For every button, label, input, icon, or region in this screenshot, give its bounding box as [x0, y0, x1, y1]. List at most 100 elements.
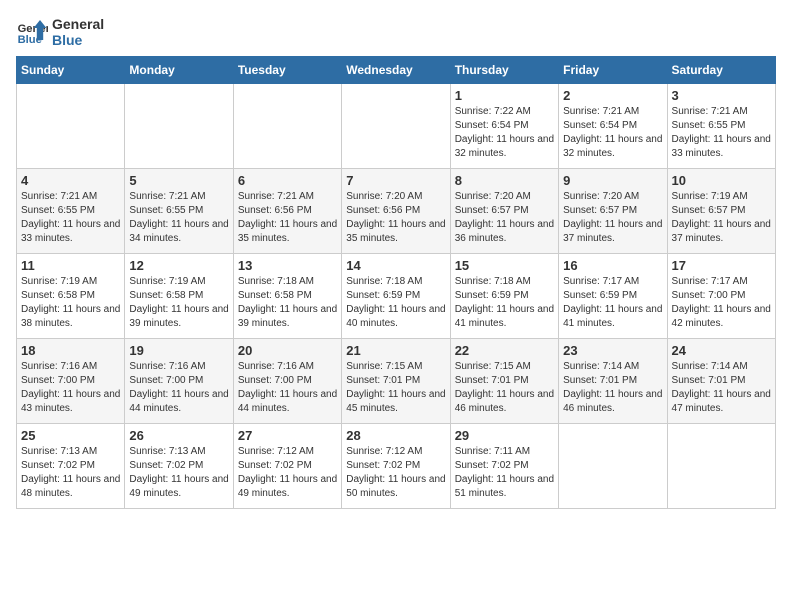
day-number: 15 — [455, 258, 554, 273]
dow-header-tuesday: Tuesday — [233, 57, 341, 84]
day-number: 6 — [238, 173, 337, 188]
calendar-body: 1 Sunrise: 7:22 AM Sunset: 6:54 PM Daylig… — [17, 84, 776, 509]
day-info: Sunrise: 7:19 AM Sunset: 6:57 PM Dayligh… — [672, 190, 771, 246]
calendar-cell: 8Sunrise: 7:20 AM Sunset: 6:57 PM Daylig… — [450, 169, 558, 254]
day-info: Sunrise: 7:12 AM Sunset: 7:02 PM Dayligh… — [346, 445, 445, 501]
calendar-cell: 10Sunrise: 7:19 AM Sunset: 6:57 PM Dayli… — [667, 169, 775, 254]
day-info: Sunrise: 7:13 AM Sunset: 7:02 PM Dayligh… — [129, 445, 228, 501]
day-info: Sunrise: 7:21 AM Sunset: 6:55 PM Dayligh… — [21, 190, 120, 246]
day-info: Sunrise: 7:16 AM Sunset: 7:00 PM Dayligh… — [129, 360, 228, 416]
day-number: 22 — [455, 343, 554, 358]
dow-header-sunday: Sunday — [17, 57, 125, 84]
calendar-cell: 11 Sunrise: 7:19 AM Sunset: 6:58 PM Dayli… — [17, 254, 125, 339]
logo: General Blue General Blue — [16, 16, 104, 48]
day-info: Sunrise: 7:18 AM Sunset: 6:58 PM Dayligh… — [238, 275, 337, 331]
calendar-cell: 24 Sunrise: 7:14 AM Sunset: 7:01 PM Dayli… — [667, 339, 775, 424]
dow-header-friday: Friday — [559, 57, 667, 84]
day-number: 7 — [346, 173, 445, 188]
calendar-cell: 26 Sunrise: 7:13 AM Sunset: 7:02 PM Dayli… — [125, 424, 233, 509]
day-number: 1 — [455, 88, 554, 103]
day-number: 14 — [346, 258, 445, 273]
calendar-cell: 9 Sunrise: 7:20 AM Sunset: 6:57 PM Daylig… — [559, 169, 667, 254]
calendar-cell: 28 Sunrise: 7:12 AM Sunset: 7:02 PM Dayli… — [342, 424, 450, 509]
calendar-cell: 7 Sunrise: 7:20 AM Sunset: 6:56 PM Daylig… — [342, 169, 450, 254]
logo-blue: Blue — [52, 32, 104, 48]
day-info: Sunrise: 7:13 AM Sunset: 7:02 PM Dayligh… — [21, 445, 120, 501]
day-info: Sunrise: 7:21 AM Sunset: 6:56 PM Dayligh… — [238, 190, 337, 246]
day-number: 19 — [129, 343, 228, 358]
day-number: 26 — [129, 428, 228, 443]
day-info: Sunrise: 7:20 AM Sunset: 6:57 PM Dayligh… — [563, 190, 662, 246]
day-info: Sunrise: 7:15 AM Sunset: 7:01 PM Dayligh… — [455, 360, 554, 416]
dow-header-saturday: Saturday — [667, 57, 775, 84]
logo-general: General — [52, 16, 104, 32]
calendar-cell: 4 Sunrise: 7:21 AM Sunset: 6:55 PM Daylig… — [17, 169, 125, 254]
calendar-cell: 5 Sunrise: 7:21 AM Sunset: 6:55 PM Daylig… — [125, 169, 233, 254]
day-number: 5 — [129, 173, 228, 188]
day-number: 21 — [346, 343, 445, 358]
day-number: 24 — [672, 343, 771, 358]
dow-header-thursday: Thursday — [450, 57, 558, 84]
day-info: Sunrise: 7:15 AM Sunset: 7:01 PM Dayligh… — [346, 360, 445, 416]
day-info: Sunrise: 7:11 AM Sunset: 7:02 PM Dayligh… — [455, 445, 554, 501]
day-number: 13 — [238, 258, 337, 273]
calendar-cell: 15 Sunrise: 7:18 AM Sunset: 6:59 PM Dayli… — [450, 254, 558, 339]
day-info: Sunrise: 7:19 AM Sunset: 6:58 PM Dayligh… — [21, 275, 120, 331]
days-of-week-row: SundayMondayTuesdayWednesdayThursdayFrid… — [17, 57, 776, 84]
week-row-0: 1 Sunrise: 7:22 AM Sunset: 6:54 PM Daylig… — [17, 84, 776, 169]
logo-icon: General Blue — [16, 16, 48, 48]
day-info: Sunrise: 7:18 AM Sunset: 6:59 PM Dayligh… — [346, 275, 445, 331]
calendar-cell — [559, 424, 667, 509]
calendar-cell: 13 Sunrise: 7:18 AM Sunset: 6:58 PM Dayli… — [233, 254, 341, 339]
day-number: 12 — [129, 258, 228, 273]
calendar-cell: 6 Sunrise: 7:21 AM Sunset: 6:56 PM Daylig… — [233, 169, 341, 254]
day-number: 16 — [563, 258, 662, 273]
day-number: 23 — [563, 343, 662, 358]
calendar-cell: 21 Sunrise: 7:15 AM Sunset: 7:01 PM Dayli… — [342, 339, 450, 424]
calendar-cell: 2Sunrise: 7:21 AM Sunset: 6:54 PM Daylig… — [559, 84, 667, 169]
calendar-cell: 25 Sunrise: 7:13 AM Sunset: 7:02 PM Dayli… — [17, 424, 125, 509]
day-info: Sunrise: 7:21 AM Sunset: 6:55 PM Dayligh… — [129, 190, 228, 246]
calendar-cell: 1 Sunrise: 7:22 AM Sunset: 6:54 PM Daylig… — [450, 84, 558, 169]
calendar-table: SundayMondayTuesdayWednesdayThursdayFrid… — [16, 56, 776, 509]
day-number: 27 — [238, 428, 337, 443]
calendar-cell — [667, 424, 775, 509]
day-number: 2 — [563, 88, 662, 103]
calendar-cell: 22 Sunrise: 7:15 AM Sunset: 7:01 PM Dayli… — [450, 339, 558, 424]
calendar-cell — [342, 84, 450, 169]
day-number: 29 — [455, 428, 554, 443]
day-number: 17 — [672, 258, 771, 273]
calendar-cell: 27 Sunrise: 7:12 AM Sunset: 7:02 PM Dayli… — [233, 424, 341, 509]
day-info: Sunrise: 7:14 AM Sunset: 7:01 PM Dayligh… — [672, 360, 771, 416]
calendar-cell — [17, 84, 125, 169]
day-info: Sunrise: 7:14 AM Sunset: 7:01 PM Dayligh… — [563, 360, 662, 416]
day-number: 9 — [563, 173, 662, 188]
day-number: 3 — [672, 88, 771, 103]
calendar-cell: 3Sunrise: 7:21 AM Sunset: 6:55 PM Daylig… — [667, 84, 775, 169]
day-number: 20 — [238, 343, 337, 358]
day-number: 11 — [21, 258, 120, 273]
day-info: Sunrise: 7:17 AM Sunset: 6:59 PM Dayligh… — [563, 275, 662, 331]
calendar-cell: 20 Sunrise: 7:16 AM Sunset: 7:00 PM Dayli… — [233, 339, 341, 424]
day-number: 25 — [21, 428, 120, 443]
calendar-cell: 16 Sunrise: 7:17 AM Sunset: 6:59 PM Dayli… — [559, 254, 667, 339]
week-row-2: 11 Sunrise: 7:19 AM Sunset: 6:58 PM Dayli… — [17, 254, 776, 339]
day-number: 4 — [21, 173, 120, 188]
day-number: 28 — [346, 428, 445, 443]
calendar-cell: 29 Sunrise: 7:11 AM Sunset: 7:02 PM Dayli… — [450, 424, 558, 509]
calendar-cell — [125, 84, 233, 169]
calendar-cell: 23 Sunrise: 7:14 AM Sunset: 7:01 PM Dayli… — [559, 339, 667, 424]
day-info: Sunrise: 7:20 AM Sunset: 6:56 PM Dayligh… — [346, 190, 445, 246]
week-row-1: 4 Sunrise: 7:21 AM Sunset: 6:55 PM Daylig… — [17, 169, 776, 254]
week-row-3: 18Sunrise: 7:16 AM Sunset: 7:00 PM Dayli… — [17, 339, 776, 424]
calendar-cell: 17Sunrise: 7:17 AM Sunset: 7:00 PM Dayli… — [667, 254, 775, 339]
day-info: Sunrise: 7:12 AM Sunset: 7:02 PM Dayligh… — [238, 445, 337, 501]
day-info: Sunrise: 7:22 AM Sunset: 6:54 PM Dayligh… — [455, 105, 554, 161]
dow-header-wednesday: Wednesday — [342, 57, 450, 84]
calendar-cell: 19 Sunrise: 7:16 AM Sunset: 7:00 PM Dayli… — [125, 339, 233, 424]
week-row-4: 25 Sunrise: 7:13 AM Sunset: 7:02 PM Dayli… — [17, 424, 776, 509]
day-info: Sunrise: 7:16 AM Sunset: 7:00 PM Dayligh… — [238, 360, 337, 416]
day-info: Sunrise: 7:18 AM Sunset: 6:59 PM Dayligh… — [455, 275, 554, 331]
calendar-cell — [233, 84, 341, 169]
day-info: Sunrise: 7:20 AM Sunset: 6:57 PM Dayligh… — [455, 190, 554, 246]
